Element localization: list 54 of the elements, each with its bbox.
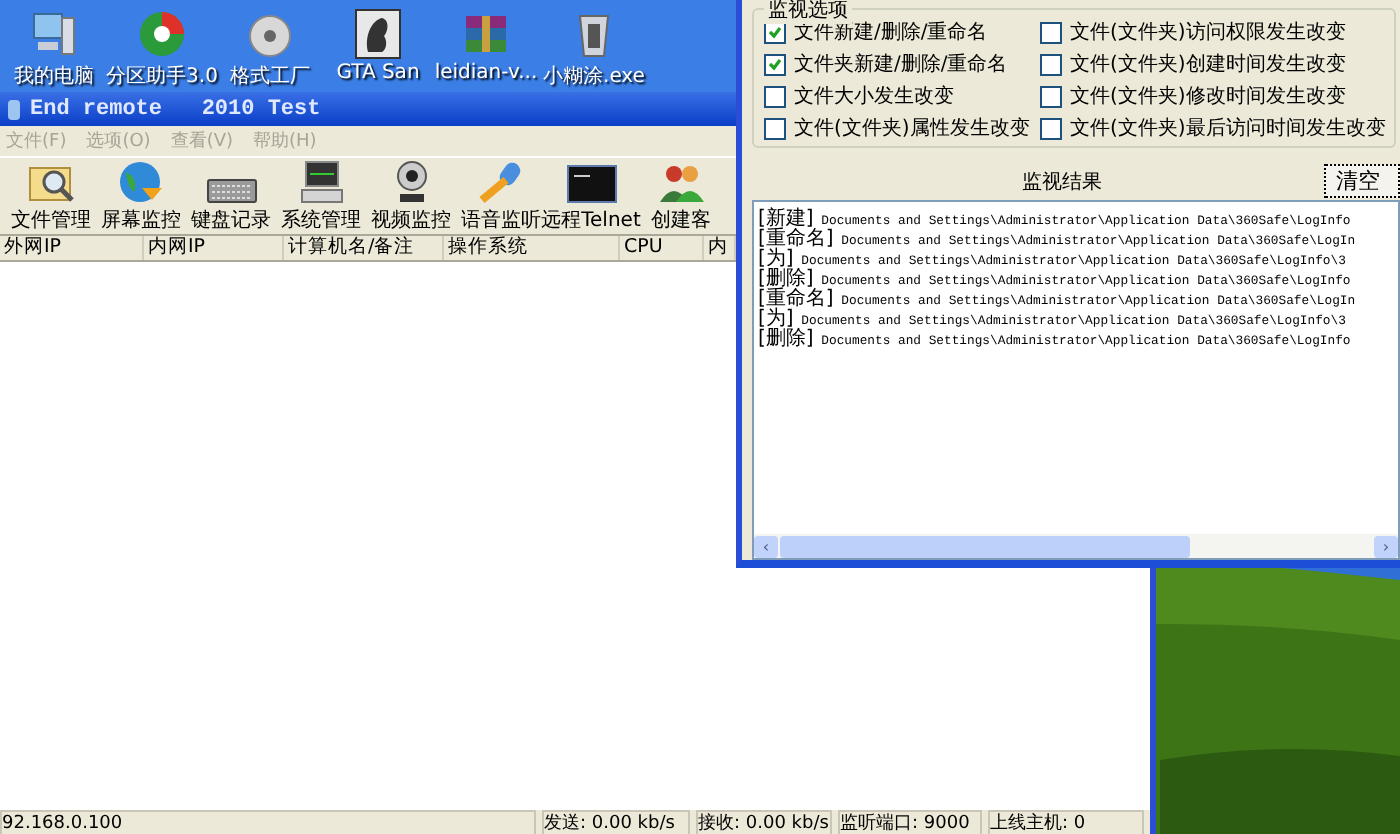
checkbox-label: 文件夹新建/删除/重命名 xyxy=(794,51,1008,78)
checkbox[interactable] xyxy=(764,85,786,107)
checkbox-label: 文件大小发生改变 xyxy=(794,83,954,110)
status-text: 92.168.0.100 xyxy=(0,810,536,834)
scrollbar-thumb[interactable] xyxy=(780,535,1190,557)
status-text: 上线主机: 0 xyxy=(988,810,1144,834)
status-text: 监听端口: 9000 xyxy=(838,810,982,834)
checkbox-label: 文件(文件夹)创建时间发生改变 xyxy=(1070,51,1346,78)
game-icon xyxy=(352,8,404,60)
checkbox-label: 文件(文件夹)属性发生改变 xyxy=(794,115,1030,142)
status-text: 接收: 0.00 kb/s xyxy=(696,810,832,834)
microphone-icon xyxy=(477,160,525,204)
checkbox[interactable] xyxy=(764,53,786,75)
keyboard-icon xyxy=(205,176,257,204)
desktop-icon-label[interactable]: 我的电脑 xyxy=(14,62,94,90)
app-icon xyxy=(6,97,22,121)
desktop-icon-label[interactable]: 小糊涂.exe xyxy=(543,62,645,90)
toolbar-button[interactable]: 远程Telnet xyxy=(546,158,636,234)
section-title: 监视结果 xyxy=(1022,169,1102,196)
checkbox[interactable] xyxy=(1040,53,1062,75)
desktop-icon-label[interactable]: GTA San xyxy=(336,62,420,84)
column-header[interactable]: 外网IP xyxy=(0,236,144,260)
disk-icon xyxy=(136,8,188,60)
column-header[interactable]: 内网IP xyxy=(144,236,284,260)
desktop-icon-label[interactable]: 格式工厂 xyxy=(230,62,310,90)
users-icon xyxy=(657,160,705,204)
checkbox-label: 文件(文件夹)访问权限发生改变 xyxy=(1070,19,1346,46)
desktop-icon-label[interactable]: 分区助手3.0 xyxy=(106,62,218,90)
globe-icon xyxy=(117,160,165,204)
scroll-left-button[interactable]: ‹ xyxy=(754,535,778,557)
desktop-icon-label[interactable]: leidian-v... xyxy=(434,62,538,84)
checkbox[interactable] xyxy=(1040,85,1062,107)
toolbar-button[interactable]: 屏幕监控 xyxy=(96,158,186,234)
toolbar-button[interactable]: 文件管理 xyxy=(6,158,96,234)
toolbar-button[interactable]: 视频监控 xyxy=(366,158,456,234)
window-title: End remote 2010 Test xyxy=(30,97,321,121)
toolbar-button[interactable]: 键盘记录 xyxy=(186,158,276,234)
webcam-icon xyxy=(391,160,431,204)
status-text: 发送: 0.00 kb/s xyxy=(542,810,690,834)
toolbar-button[interactable]: 系统管理 xyxy=(276,158,366,234)
clear-button[interactable]: 清空 xyxy=(1324,164,1400,199)
column-header[interactable]: 计算机名/备注 xyxy=(284,236,444,260)
checkbox[interactable] xyxy=(1040,21,1062,43)
column-header[interactable]: CPU xyxy=(620,236,704,260)
monitor-icon xyxy=(299,160,343,204)
scroll-right-button[interactable]: › xyxy=(1374,535,1398,557)
group-title: 监视选项 xyxy=(764,0,852,24)
column-header[interactable]: 操作系统 xyxy=(444,236,620,260)
checkbox-label: 文件(文件夹)修改时间发生改变 xyxy=(1070,83,1346,110)
console-icon xyxy=(565,164,617,204)
checkbox[interactable] xyxy=(1040,117,1062,139)
checkbox-label: 文件(文件夹)最后访问时间发生改变 xyxy=(1070,115,1386,142)
computer-icon xyxy=(28,8,80,60)
checkbox[interactable] xyxy=(764,117,786,139)
